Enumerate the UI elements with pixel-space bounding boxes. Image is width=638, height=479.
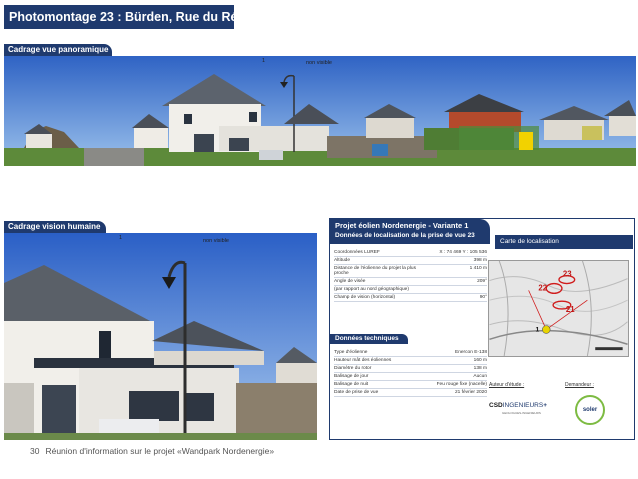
row-value: 1 410 m [469, 266, 487, 271]
table-row: Distance de l'éolienne du projet la plus… [334, 265, 487, 278]
panorama-turbine-note: non visible [306, 60, 332, 66]
row-label: Balisage de jour [334, 374, 369, 379]
panorama-label: Cadrage vue panoramique [4, 44, 112, 56]
row-value: 21 février 2020 [455, 390, 487, 395]
page-number: 30 [30, 446, 40, 456]
table-row: Angle de visée 209° [334, 278, 487, 286]
human-view-photo [4, 233, 317, 440]
row-label: Balisage de nuit [334, 382, 369, 387]
table-row: Coordonnées LUREF X : 74 469 Y : 105 536 [334, 249, 487, 257]
row-label: Diamètre du rotor [334, 366, 372, 371]
human-turbine-marker: 1 [119, 235, 122, 241]
tech-table: Type d'éolienne Enercon E-138 Hauteur mât … [334, 349, 487, 397]
row-label: Distance de l'éolienne du projet la plus… [334, 266, 416, 276]
row-value: Feu rouge fixe (nacelle) [436, 382, 487, 387]
table-row: Diamètre du rotor 138 m [334, 365, 487, 373]
map-label-21: 21 [566, 305, 575, 314]
row-label: Date de prise de vue [334, 390, 379, 395]
soler-logo: soler [575, 395, 605, 425]
csd-logo-thin: INGENIEURS [502, 402, 544, 409]
map-heading: Carte de localisation [495, 235, 633, 249]
page-title: Photomontage 23 : Bürden, Rue du Réservo… [4, 5, 234, 29]
table-row: Balisage de nuit Feu rouge fixe (nacelle) [334, 381, 487, 389]
human-turbine-number: 1 [119, 235, 123, 241]
table-row: Champ de vision (horizontal) 90° [334, 294, 487, 302]
csd-logo-bold: CSD [489, 402, 503, 409]
row-value: 398 m [473, 258, 487, 263]
location-table: Coordonnées LUREF X : 74 469 Y : 105 536 A… [334, 249, 487, 302]
row-label: Altitude [334, 258, 350, 263]
table-row: Altitude 398 m [334, 257, 487, 265]
row-value: Aucun [473, 374, 487, 379]
row-value: 90° [479, 295, 487, 300]
row-value: 160 m [473, 358, 487, 363]
csd-tagline: GEOLOGUES-INGENIEURS [502, 411, 541, 415]
author-credit: Auteur d'étude : [489, 382, 525, 388]
row-value: 138 m [473, 366, 487, 371]
table-row: Date de prise de vue 21 février 2020 [334, 389, 487, 397]
panel-title: Projet éolien Nordenergie - Variante 1 [335, 221, 469, 230]
table-row: (par rapport au nord géographique) [334, 286, 487, 294]
panorama-turbine-marker: 1 [262, 58, 265, 64]
panel-subtitle: Données de localisation de la prise de v… [335, 232, 475, 239]
row-value: 209° [477, 279, 487, 284]
row-label: Hauteur mât des éoliennes [334, 358, 392, 363]
table-row: Hauteur mât des éoliennes 160 m [334, 357, 487, 365]
table-row: Balisage de jour Aucun [334, 373, 487, 381]
map-label-23: 23 [563, 270, 572, 279]
row-label: Type d'éolienne [334, 350, 368, 355]
panorama-turbine-number: 1 [262, 58, 266, 64]
row-label: Coordonnées LUREF [334, 250, 380, 255]
csd-logo: CSDINGENIEURS+ [489, 402, 547, 409]
client-credit: Demandeur : [565, 382, 594, 388]
row-value: Enercon E-138 [455, 350, 487, 355]
row-label: Angle de visée [334, 279, 366, 284]
panorama-photo [4, 56, 636, 166]
map-label-1: 1 [535, 327, 539, 334]
row-value: X : 74 469 Y : 105 536 [439, 250, 487, 255]
info-panel: Projet éolien Nordenergie - Variante 1 D… [329, 218, 635, 440]
row-label: Champ de vision (horizontal) [334, 295, 396, 300]
location-map: 23 22 21 1 [488, 260, 629, 357]
human-turbine-note: non visible [203, 238, 229, 244]
page-footer: 30 Réunion d'information sur le projet «W… [30, 446, 274, 456]
panel-header: Projet éolien Nordenergie - Variante 1 D… [330, 219, 490, 244]
row-label: (par rapport au nord géographique) [334, 287, 409, 292]
map-label-22: 22 [538, 283, 547, 292]
table-row: Type d'éolienne Enercon E-138 [334, 349, 487, 357]
tech-heading: Données techniques [330, 334, 408, 344]
csd-logo-plus: + [543, 402, 547, 409]
soler-logo-text: soler [582, 407, 598, 413]
footer-text: Réunion d'information sur le projet «Wan… [45, 446, 275, 456]
human-view-label: Cadrage vision humaine [4, 221, 106, 233]
